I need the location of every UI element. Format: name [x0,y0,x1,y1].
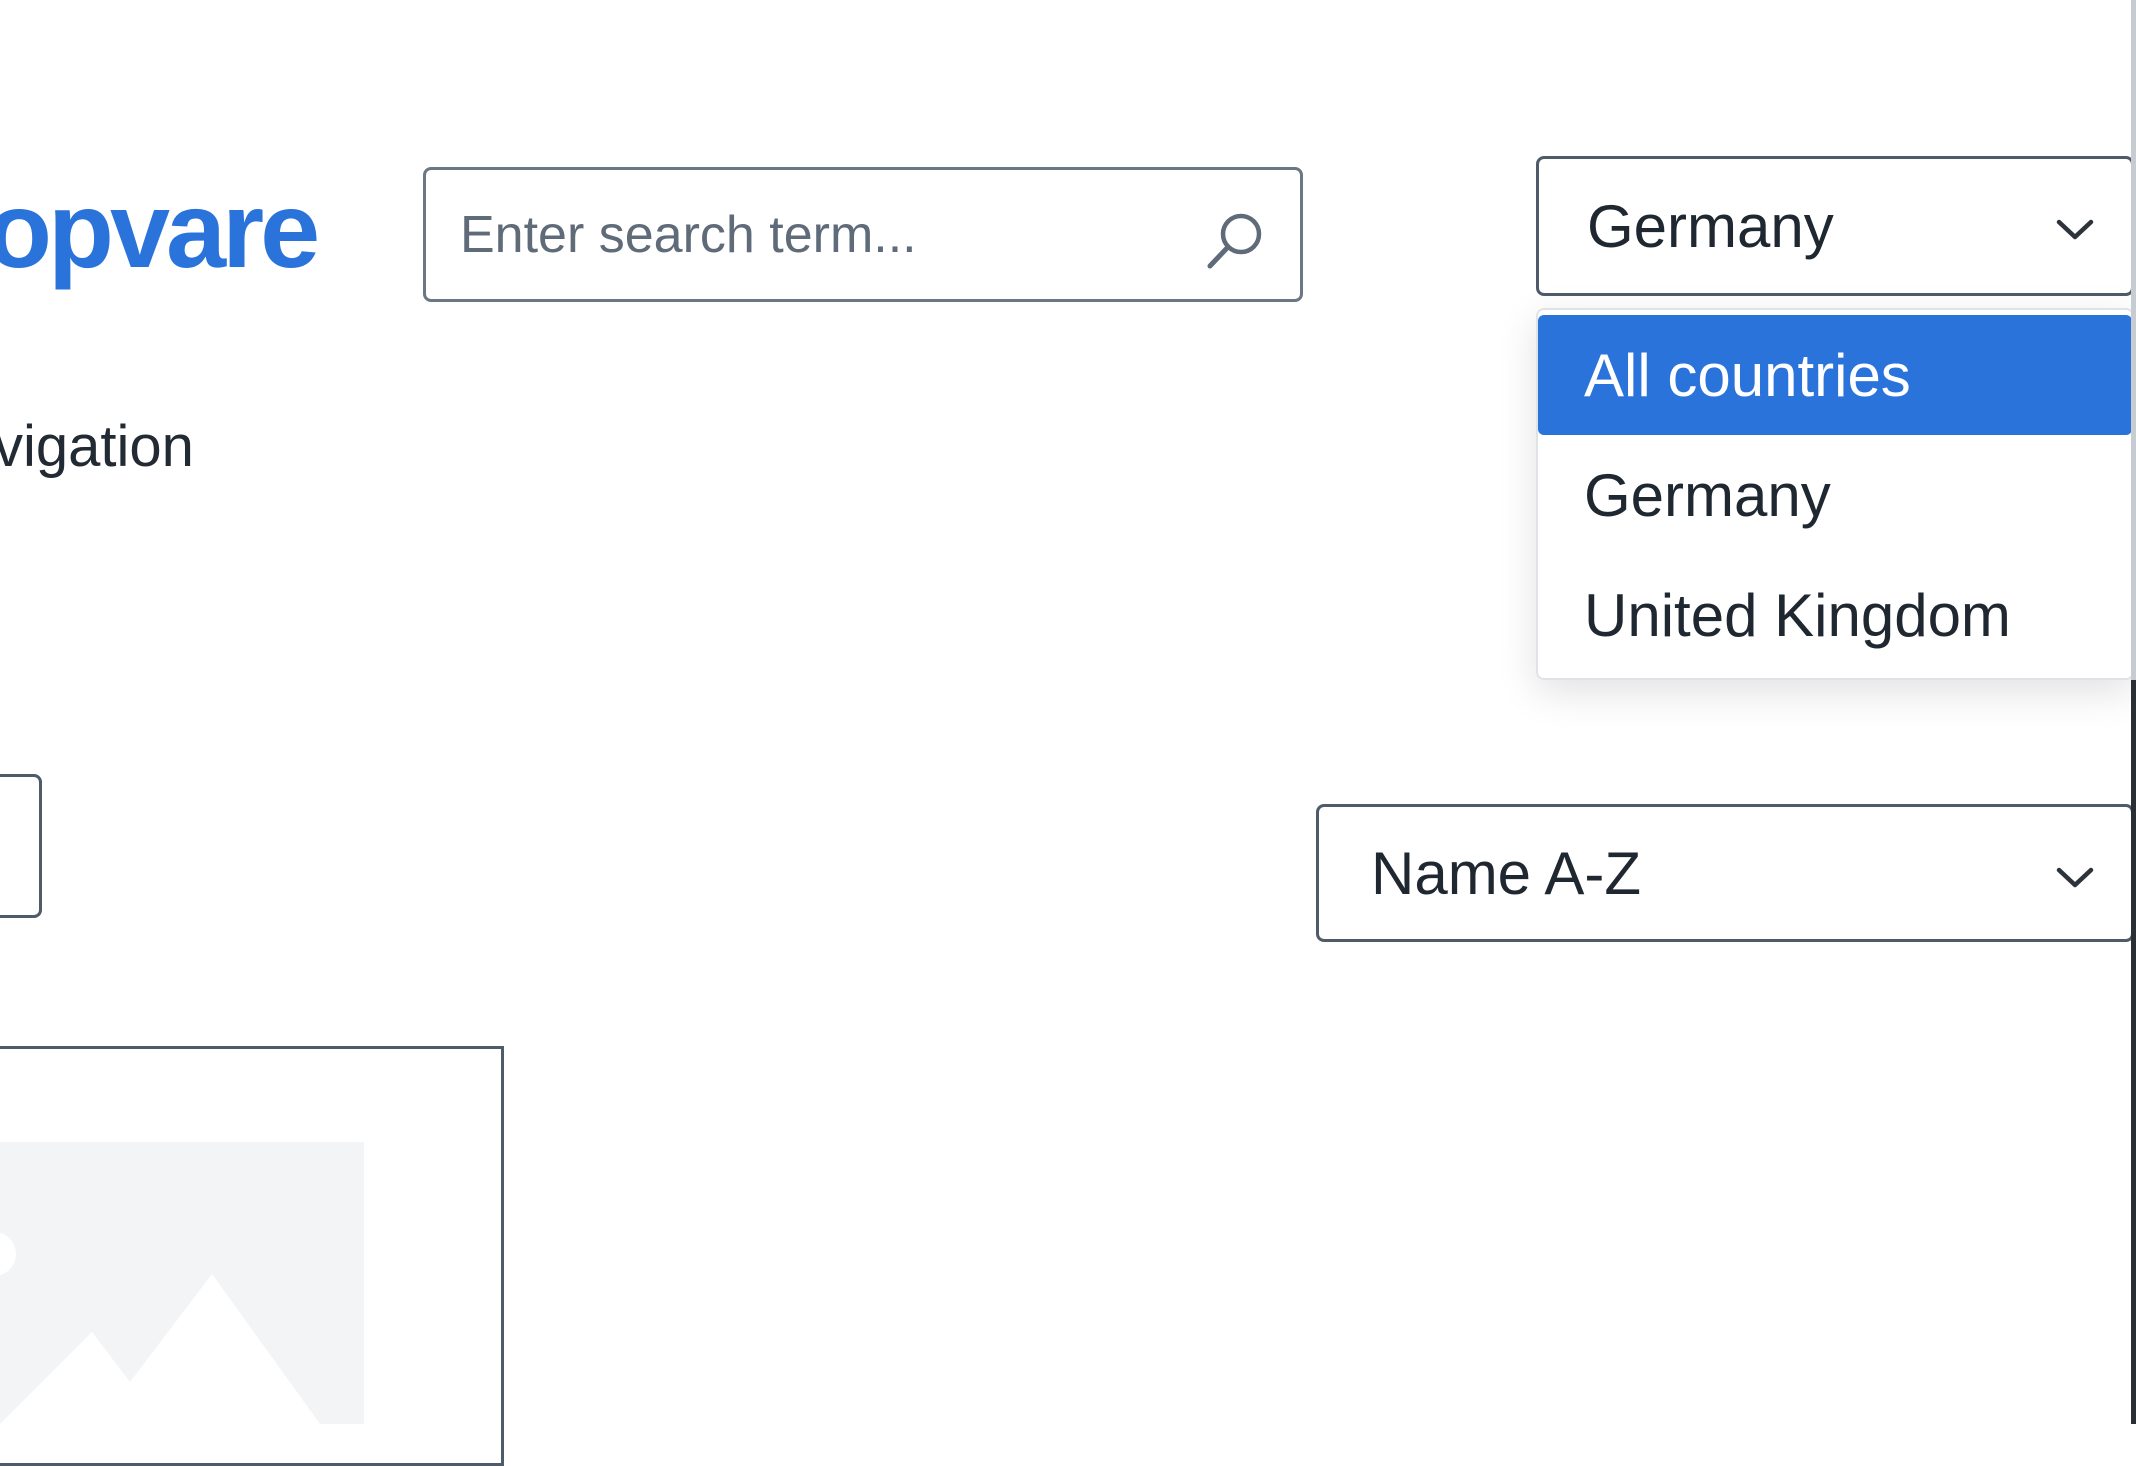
navigation-label: vigation [0,414,194,479]
search-box [423,167,1303,302]
image-placeholder-icon [0,1142,364,1424]
country-dropdown-menu: All countries Germany United Kingdom [1536,308,2134,680]
country-select[interactable]: Germany [1536,156,2134,296]
country-option-germany[interactable]: Germany [1538,435,2132,555]
search-input[interactable] [460,170,1200,299]
shop-logo[interactable]: opvare [0,176,320,284]
chevron-down-icon [2056,219,2094,240]
sort-select[interactable]: Name A-Z [1316,804,2134,942]
search-icon[interactable] [1202,208,1268,274]
country-option-all[interactable]: All countries [1538,315,2132,435]
filter-button[interactable] [0,774,42,918]
country-select-value: Germany [1587,192,1834,260]
window-edge-shadow [2131,680,2136,1424]
sort-select-value: Name A-Z [1371,839,1642,907]
chevron-down-icon [2056,867,2094,888]
country-option-united-kingdom[interactable]: United Kingdom [1538,555,2132,675]
